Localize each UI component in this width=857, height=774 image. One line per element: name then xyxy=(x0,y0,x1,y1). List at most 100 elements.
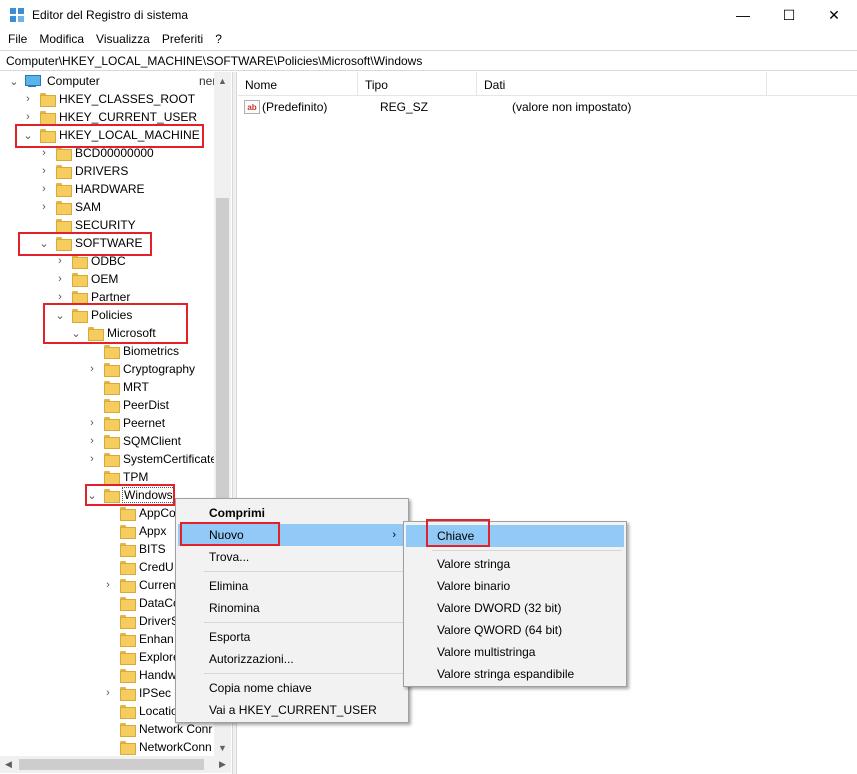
tree-node[interactable]: DataCo xyxy=(102,594,181,612)
scroll-right-icon[interactable]: ▶ xyxy=(214,756,231,773)
column-header-nome[interactable]: Nome xyxy=(238,72,358,96)
expand-chevron-icon[interactable] xyxy=(102,666,114,684)
expand-chevron-icon[interactable]: › xyxy=(38,198,50,216)
menu-item-nuovo[interactable]: Nuovo › xyxy=(178,524,406,546)
list-item[interactable]: ab (Predefinito) REG_SZ (valore non impo… xyxy=(238,98,631,116)
tree-node[interactable]: MRT xyxy=(86,378,150,396)
scroll-thumb[interactable] xyxy=(216,198,229,498)
expand-chevron-icon[interactable]: › xyxy=(22,108,34,126)
tree-horizontal-scrollbar[interactable]: ◀ ▶ xyxy=(0,756,231,773)
expand-chevron-icon[interactable]: › xyxy=(86,450,98,468)
expand-chevron-icon[interactable] xyxy=(86,396,98,414)
tree-node[interactable]: › Cryptography xyxy=(86,360,196,378)
expand-chevron-icon[interactable] xyxy=(86,342,98,360)
scroll-up-icon[interactable]: ▲ xyxy=(214,72,231,89)
menu-item-valore-qword[interactable]: Valore QWORD (64 bit) xyxy=(406,619,624,641)
tree-node[interactable]: Biometrics xyxy=(86,342,180,360)
menu-item-rinomina[interactable]: Rinomina xyxy=(178,597,406,619)
expand-chevron-icon[interactable] xyxy=(102,648,114,666)
expand-chevron-icon[interactable] xyxy=(102,702,114,720)
collapse-chevron-icon[interactable]: ⌄ xyxy=(8,72,20,90)
tree-node[interactable]: ⌄ HKEY_LOCAL_MACHINE xyxy=(22,126,201,144)
tree-node[interactable]: AppCo xyxy=(102,504,177,522)
tree-node[interactable]: ⌄ Microsoft xyxy=(70,324,157,342)
menu-item-valore-stringa[interactable]: Valore stringa xyxy=(406,553,624,575)
expand-chevron-icon[interactable] xyxy=(38,216,50,234)
tree-node[interactable]: ⌄ Policies xyxy=(54,306,133,324)
tree-node[interactable]: BITS xyxy=(102,540,167,558)
scroll-left-icon[interactable]: ◀ xyxy=(0,756,17,773)
tree-node[interactable]: › IPSec xyxy=(102,684,172,702)
scroll-down-icon[interactable]: ▼ xyxy=(214,739,231,756)
expand-chevron-icon[interactable] xyxy=(102,630,114,648)
menu-item-valore-stringa-espandibile[interactable]: Valore stringa espandibile xyxy=(406,663,624,685)
menu-preferiti[interactable]: Preferiti xyxy=(156,30,209,49)
expand-chevron-icon[interactable] xyxy=(102,540,114,558)
tree-node[interactable]: › HKEY_CLASSES_ROOT xyxy=(22,90,196,108)
tree-node[interactable]: › BCD00000000 xyxy=(38,144,155,162)
expand-chevron-icon[interactable] xyxy=(102,738,114,756)
tree-node[interactable]: DriverS xyxy=(102,612,180,630)
tree-node[interactable]: › Partner xyxy=(54,288,131,306)
tree-node[interactable]: SECURITY xyxy=(38,216,137,234)
expand-chevron-icon[interactable] xyxy=(86,468,98,486)
tree-node[interactable]: › HKEY_CURRENT_USER xyxy=(22,108,198,126)
expand-chevron-icon[interactable] xyxy=(102,522,114,540)
tree-node[interactable]: › HARDWARE xyxy=(38,180,146,198)
menu-item-valore-binario[interactable]: Valore binario xyxy=(406,575,624,597)
tree-node[interactable]: › SAM xyxy=(38,198,102,216)
tree-node[interactable]: › ODBC xyxy=(54,252,127,270)
column-header-tipo[interactable]: Tipo xyxy=(358,72,477,96)
expand-chevron-icon[interactable]: › xyxy=(102,684,114,702)
menu-item-elimina[interactable]: Elimina xyxy=(178,575,406,597)
tree-node[interactable]: Appx xyxy=(102,522,167,540)
minimize-button[interactable]: — xyxy=(720,0,766,30)
scroll-thumb[interactable] xyxy=(19,759,204,770)
column-header-dati[interactable]: Dati xyxy=(477,72,767,96)
tree-node[interactable]: › SQMClient xyxy=(86,432,182,450)
menu-item-vai-a[interactable]: Vai a HKEY_CURRENT_USER xyxy=(178,699,406,721)
tree-node-computer[interactable]: ⌄ Computer xyxy=(8,72,101,90)
menu-item-esporta[interactable]: Esporta xyxy=(178,626,406,648)
expand-chevron-icon[interactable] xyxy=(102,558,114,576)
collapse-chevron-icon[interactable]: ⌄ xyxy=(54,306,66,324)
tree-node[interactable]: Enhan xyxy=(102,630,175,648)
tree-node[interactable]: › Curren xyxy=(102,576,177,594)
expand-chevron-icon[interactable]: › xyxy=(86,360,98,378)
tree-node[interactable]: Explore xyxy=(102,648,181,666)
menu-item-autorizzazioni[interactable]: Autorizzazioni... xyxy=(178,648,406,670)
menu-item-valore-multistringa[interactable]: Valore multistringa xyxy=(406,641,624,663)
expand-chevron-icon[interactable]: › xyxy=(38,162,50,180)
menu-item-comprimi[interactable]: Comprimi xyxy=(178,502,406,524)
maximize-button[interactable]: ☐ xyxy=(766,0,812,30)
expand-chevron-icon[interactable]: › xyxy=(86,432,98,450)
expand-chevron-icon[interactable]: › xyxy=(54,270,66,288)
tree-node[interactable]: CredU xyxy=(102,558,175,576)
tree-node[interactable]: Locatio xyxy=(102,702,179,720)
expand-chevron-icon[interactable]: › xyxy=(38,180,50,198)
menu-modifica[interactable]: Modifica xyxy=(33,30,90,49)
tree-node[interactable]: ⌄ SOFTWARE xyxy=(38,234,144,252)
expand-chevron-icon[interactable] xyxy=(102,594,114,612)
collapse-chevron-icon[interactable]: ⌄ xyxy=(70,324,82,342)
expand-chevron-icon[interactable]: › xyxy=(38,144,50,162)
tree-node[interactable]: Handw xyxy=(102,666,177,684)
expand-chevron-icon[interactable] xyxy=(102,720,114,738)
collapse-chevron-icon[interactable]: ⌄ xyxy=(38,234,50,252)
collapse-chevron-icon[interactable]: ⌄ xyxy=(86,486,98,504)
expand-chevron-icon[interactable] xyxy=(102,504,114,522)
tree-node[interactable]: NetworkConn xyxy=(102,738,213,756)
tree-node-windows[interactable]: ⌄ Windows xyxy=(86,486,175,504)
tree-node[interactable]: PeerDist xyxy=(86,396,170,414)
collapse-chevron-icon[interactable]: ⌄ xyxy=(22,126,34,144)
expand-chevron-icon[interactable] xyxy=(86,378,98,396)
menu-item-valore-dword[interactable]: Valore DWORD (32 bit) xyxy=(406,597,624,619)
expand-chevron-icon[interactable]: › xyxy=(54,288,66,306)
menu-help[interactable]: ? xyxy=(209,30,228,49)
close-button[interactable]: ✕ xyxy=(811,0,857,30)
menu-item-chiave[interactable]: Chiave xyxy=(406,525,624,547)
menu-visualizza[interactable]: Visualizza xyxy=(90,30,156,49)
expand-chevron-icon[interactable]: › xyxy=(102,576,114,594)
menu-file[interactable]: File xyxy=(2,30,33,49)
tree-node[interactable]: TPM xyxy=(86,468,149,486)
